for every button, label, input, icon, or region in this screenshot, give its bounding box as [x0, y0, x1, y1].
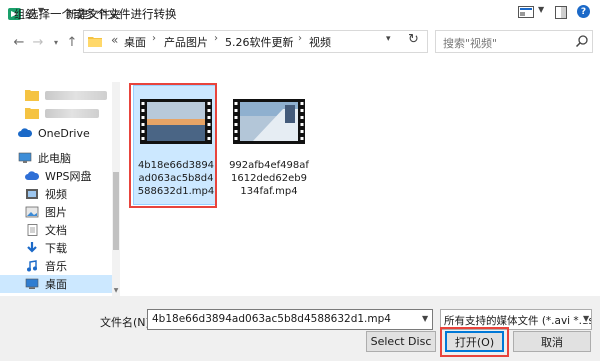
search-placeholder: 搜索"视频": [443, 37, 498, 50]
sidebar-item-onedrive[interactable]: OneDrive: [0, 124, 112, 142]
filename-value: 4b18e66d3894ad063ac5b8d4588632d1.mp4: [152, 313, 391, 325]
file-item[interactable]: 992afb4ef498af 1612ded62eb9 134faf.mp4: [227, 86, 311, 206]
sidebar-item-label: 视频: [45, 188, 67, 201]
forward-icon[interactable]: →: [29, 33, 47, 51]
file-name: 992afb4ef498af 1612ded62eb9 134faf.mp4: [229, 160, 309, 197]
sidebar-item-this-pc[interactable]: 此电脑: [0, 149, 112, 167]
sidebar-scrollbar-thumb[interactable]: [113, 172, 119, 250]
cloud-drive-icon: [25, 171, 39, 180]
breadcrumb-desktop[interactable]: 桌面: [124, 34, 146, 50]
breadcrumb-separator-icon[interactable]: ›: [152, 33, 156, 44]
chevron-down-icon[interactable]: ▼: [538, 5, 544, 14]
desktop-icon: [25, 278, 39, 289]
sidebar-item-desktop[interactable]: 桌面: [0, 275, 112, 293]
breadcrumb-separator-icon[interactable]: ›: [298, 33, 302, 44]
chevron-down-icon[interactable]: ▼: [581, 314, 590, 323]
address-bar[interactable]: « 桌面 › 产品图片 › 5.26软件更新 › 视频 ▾ ↻: [83, 30, 428, 53]
toolbar: [0, 58, 600, 82]
folder-icon: [25, 108, 39, 119]
redacted-label: [45, 108, 99, 118]
sidebar-item-label: OneDrive: [38, 126, 90, 140]
refresh-icon[interactable]: ↻: [408, 32, 419, 47]
chevron-down-icon[interactable]: ▼: [38, 6, 44, 15]
back-icon[interactable]: ←: [10, 33, 28, 51]
sidebar-item-pictures[interactable]: 图片: [0, 203, 112, 221]
sidebar-item-label: 音乐: [45, 260, 67, 273]
music-icon: [27, 260, 37, 272]
breadcrumb-videos[interactable]: 视频: [309, 34, 331, 50]
computer-icon: [18, 152, 32, 163]
search-icon[interactable]: [575, 34, 589, 48]
hidden-path-chevron-icon[interactable]: «: [111, 33, 118, 47]
view-options-icon[interactable]: [518, 6, 534, 18]
breadcrumb-software-update[interactable]: 5.26软件更新: [225, 34, 294, 50]
folder-icon: [88, 37, 102, 47]
sidebar-item-music[interactable]: 音乐: [0, 257, 112, 275]
sidebar-item-label: 下载: [45, 242, 67, 255]
sidebar-item-label: 文档: [45, 224, 67, 237]
chevron-down-icon[interactable]: ▼: [422, 314, 428, 323]
address-dropdown-icon[interactable]: ▾: [386, 34, 391, 44]
documents-icon: [27, 224, 38, 236]
search-input[interactable]: 搜索"视频": [435, 30, 593, 53]
breadcrumb-product-images[interactable]: 产品图片: [164, 34, 208, 50]
cancel-button[interactable]: 取消: [513, 331, 591, 352]
filename-input[interactable]: 4b18e66d3894ad063ac5b8d4588632d1.mp4 ▼: [147, 309, 433, 330]
sidebar-item-label: 图片: [45, 206, 67, 219]
video-folder-icon: [26, 189, 38, 199]
filename-label: 文件名(N):: [100, 316, 154, 329]
cloud-icon: [18, 128, 32, 137]
sidebar-item-label: 桌面: [45, 278, 67, 291]
sidebar-item-downloads[interactable]: 下载: [0, 239, 112, 257]
sidebar-item-label: 此电脑: [38, 152, 71, 165]
organize-button[interactable]: 组织: [14, 6, 36, 22]
video-thumbnail-icon: [233, 99, 305, 144]
sidebar-item-redacted[interactable]: [0, 104, 112, 122]
preview-pane-icon[interactable]: [555, 6, 567, 19]
breadcrumb-separator-icon[interactable]: ›: [214, 33, 218, 44]
file-type-value: 所有支持的媒体文件 (*.avi *.asf: [444, 315, 592, 327]
up-icon[interactable]: ↑: [63, 33, 81, 51]
annotation-highlight-box: [440, 327, 509, 357]
sidebar-item-wps-drive[interactable]: WPS网盘: [0, 167, 112, 185]
scroll-down-icon[interactable]: ▼: [112, 287, 120, 294]
pictures-icon: [25, 206, 39, 218]
download-icon: [27, 242, 37, 253]
select-disc-button[interactable]: Select Disc: [366, 331, 436, 352]
sidebar-item-videos[interactable]: 视频: [0, 185, 112, 203]
navigation-pane: OneDrive 此电脑 WPS网盘 视频 图片 文档 下载 音乐 桌面: [0, 82, 120, 296]
annotation-highlight-box: [129, 83, 217, 208]
sidebar-item-redacted[interactable]: [0, 86, 112, 104]
redacted-label: [45, 90, 107, 100]
folder-icon: [25, 90, 39, 101]
sidebar-item-label: WPS网盘: [45, 170, 92, 183]
sidebar-item-documents[interactable]: 文档: [0, 221, 112, 239]
new-folder-button[interactable]: 新建文件夹: [66, 6, 121, 22]
help-icon[interactable]: ?: [577, 5, 590, 18]
